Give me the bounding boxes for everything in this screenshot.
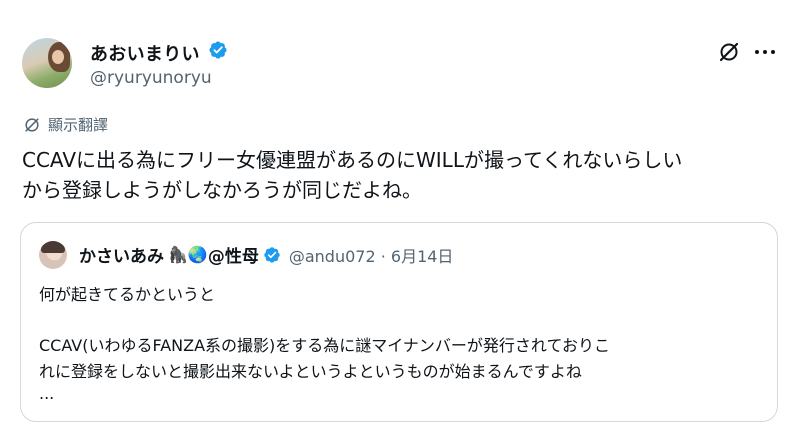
translate-icon xyxy=(25,117,39,132)
tweet-line: CCAVに出る為にフリー女優連盟があるのにWILLが撮ってくれないらしい xyxy=(22,148,683,172)
quoted-avatar-hair xyxy=(41,241,65,253)
quoted-line: れに登録をしないと撮影出来ないよというよというものが始まるんですよね xyxy=(39,362,582,381)
quoted-handle-date[interactable]: @andu072 · 6月14日 xyxy=(289,243,454,267)
quoted-display-name[interactable]: かさいあみ xyxy=(79,242,164,267)
quoted-name-suffix[interactable]: @性母 xyxy=(208,242,259,267)
author-handle[interactable]: @ryuryunoryu xyxy=(90,68,212,88)
quoted-ellipsis: ... xyxy=(39,384,55,403)
translate-label: 顯示翻譯 xyxy=(48,116,109,134)
quoted-name-emojis: 🦍🌏 xyxy=(168,245,208,264)
quoted-verified-icon xyxy=(264,246,280,263)
more-icon[interactable] xyxy=(752,40,778,64)
author-avatar[interactable] xyxy=(22,38,72,88)
translate-link[interactable]: 顯示翻譯 xyxy=(22,114,108,135)
quoted-line: 何が起きてるかというと xyxy=(39,285,216,304)
more-dot xyxy=(771,50,775,54)
avatar-face xyxy=(52,50,64,64)
more-dot xyxy=(755,50,759,54)
grok-icon[interactable] xyxy=(717,40,741,64)
quoted-avatar[interactable] xyxy=(39,241,67,269)
tweet-text: CCAVに出る為にフリー女優連盟があるのにWILLが撮ってくれないらしい から登… xyxy=(22,145,782,205)
author-display-name[interactable]: あおいまりい xyxy=(90,40,200,66)
more-dot xyxy=(763,50,767,54)
quoted-line: CCAV(いわゆるFANZA系の撮影)をする為に謎マイナンバーが発行されておりこ xyxy=(39,336,610,355)
tweet-line: から登録しようがしなかろうが同じだよね。 xyxy=(22,178,422,202)
quoted-header: かさいあみ 🦍🌏 @性母 @andu072 · 6月14日 xyxy=(79,242,453,267)
verified-icon xyxy=(209,41,227,59)
quoted-tweet[interactable]: かさいあみ 🦍🌏 @性母 @andu072 · 6月14日 何が起きてるかという… xyxy=(20,222,778,422)
